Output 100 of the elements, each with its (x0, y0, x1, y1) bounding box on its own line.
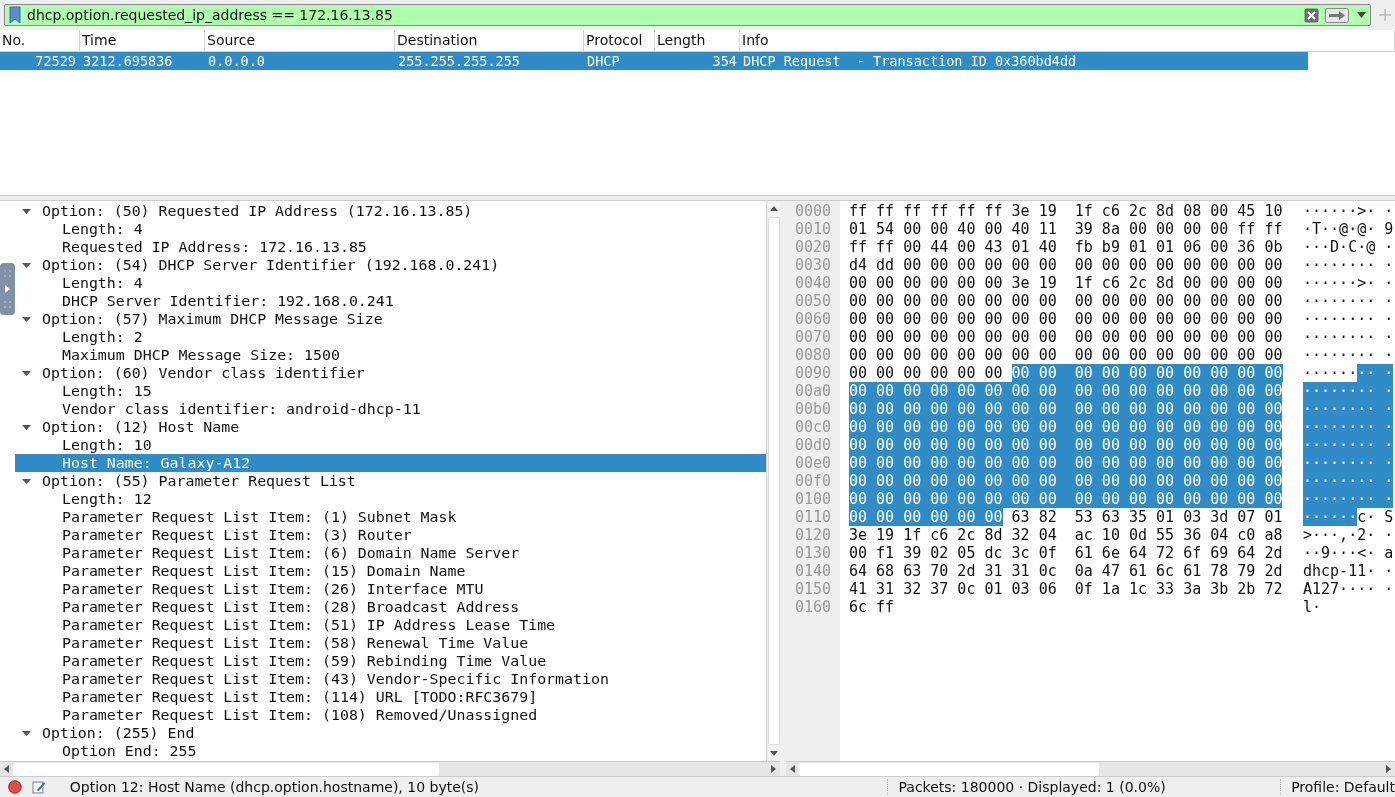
ascii-text[interactable]: dhcp-11· · (1303, 562, 1394, 580)
side-panel-handle-icon[interactable] (0, 263, 15, 315)
tree-row[interactable]: Length: 4 (15, 220, 766, 238)
tree-row[interactable]: Parameter Request List Item: (43) Vendor-Specific Information (15, 670, 766, 688)
tree-row[interactable]: Parameter Request List Item: (51) IP Address Lease Time (15, 616, 766, 634)
scroll-left-icon[interactable] (4, 765, 9, 773)
expanded-arrow-icon[interactable] (22, 206, 31, 216)
scroll-up-icon[interactable] (769, 206, 778, 211)
ascii-text[interactable]: ······ (1303, 364, 1358, 382)
expanded-arrow-icon[interactable] (22, 314, 31, 324)
hex-bytes[interactable]: 00 00 00 00 00 00 00 00 00 00 00 00 00 00 00 00 (849, 454, 1283, 472)
tree-row[interactable]: Parameter Request List Item: (3) Router (15, 526, 766, 544)
display-filter-field[interactable]: dhcp.option.requested_ip_address == 172.16.13.85 (4, 4, 1371, 26)
ascii-text[interactable]: ········ · (1303, 454, 1394, 472)
tree-row[interactable]: Parameter Request List Item: (59) Rebinding Time Value (15, 652, 766, 670)
hex-bytes[interactable]: 64 68 63 70 2d 31 31 0c 0a 47 61 6c 61 78 79 2d (849, 562, 1283, 580)
profile-text[interactable]: Profile: Default (1280, 779, 1395, 795)
bookmark-icon[interactable] (9, 6, 21, 24)
vertical-scrollbar[interactable] (766, 201, 780, 761)
scroll-right-icon[interactable] (1386, 765, 1391, 773)
tree-row[interactable]: Parameter Request List Item: (6) Domain Name Server (15, 544, 766, 562)
hex-bytes[interactable]: 00 00 00 00 00 00 00 00 00 00 00 00 00 00 00 00 (849, 490, 1283, 508)
hex-bytes[interactable]: ff ff 00 44 00 43 01 40 fb b9 01 01 06 00 36 0b (849, 238, 1283, 256)
column-header[interactable]: Length (655, 30, 740, 51)
tree-row[interactable]: Parameter Request List Item: (26) Interface MTU (15, 580, 766, 598)
column-header[interactable]: Source (205, 30, 395, 51)
tree-row[interactable]: Option: (255) End (15, 724, 766, 742)
tree-row[interactable]: Vendor class identifier: android-dhcp-11 (15, 400, 766, 418)
ascii-text[interactable]: c· S (1357, 508, 1394, 526)
tree-row[interactable]: Option: (55) Parameter Request List (15, 472, 766, 490)
column-header[interactable]: Protocol (584, 30, 655, 51)
expanded-arrow-icon[interactable] (22, 422, 31, 432)
tree-row[interactable]: Option: (60) Vendor class identifier (15, 364, 766, 382)
ascii-text[interactable]: ········ · (1303, 328, 1394, 346)
ascii-text[interactable]: ········ · (1303, 418, 1394, 436)
column-header[interactable]: No. (0, 30, 80, 51)
hex-bytes[interactable]: 00 00 00 00 00 00 00 00 00 00 00 00 00 00 00 00 (849, 472, 1283, 490)
hex-bytes[interactable]: 00 00 00 00 00 00 00 00 00 00 (1011, 364, 1283, 382)
hex-bytes[interactable]: 41 31 32 37 0c 01 03 06 0f 1a 1c 33 3a 3b 2b 72 (849, 580, 1283, 598)
hex-bytes[interactable]: 00 00 00 00 00 00 00 00 00 00 00 00 00 00 00 00 (849, 310, 1283, 328)
hex-bytes[interactable]: 00 00 00 00 00 00 (849, 508, 1003, 526)
scroll-right-icon[interactable] (771, 765, 776, 773)
ascii-text[interactable]: ·· · (1357, 364, 1394, 382)
hex-bytes[interactable]: 00 00 00 00 00 00 3e 19 1f c6 2c 8d 00 00 00 00 (849, 274, 1283, 292)
tree-row[interactable]: Length: 10 (15, 436, 766, 454)
hex-bytes[interactable]: 00 00 00 00 00 00 00 00 00 00 00 00 00 00 00 00 (849, 346, 1283, 364)
hex-bytes[interactable]: d4 dd 00 00 00 00 00 00 00 00 00 00 00 00 00 00 (849, 256, 1283, 274)
ascii-text[interactable]: A127···· · (1303, 580, 1394, 598)
ascii-text[interactable]: ··9···<· a (1303, 544, 1394, 562)
hex-bytes[interactable]: 00 00 00 00 00 00 00 00 00 00 00 00 00 00 00 00 (849, 418, 1283, 436)
tree-row[interactable]: Parameter Request List Item: (1) Subnet Mask (15, 508, 766, 526)
hex-bytes[interactable]: 00 00 00 00 00 00 00 00 00 00 00 00 00 00 00 00 (849, 400, 1283, 418)
ascii-text[interactable]: ········ · (1303, 346, 1394, 364)
ascii-text[interactable]: >···,·2· · (1303, 526, 1394, 544)
tree-row[interactable]: Host Name: Galaxy-A12 (15, 454, 766, 472)
expanded-arrow-icon[interactable] (22, 368, 31, 378)
tree-row[interactable]: Length: 2 (15, 328, 766, 346)
hex-bytes[interactable]: 00 00 00 00 00 00 00 00 00 00 00 00 00 00 00 00 (849, 436, 1283, 454)
circle-icon[interactable] (8, 780, 22, 794)
ascii-text[interactable]: ········ · (1303, 436, 1394, 454)
scroll-left-icon[interactable] (790, 765, 795, 773)
tree-row[interactable]: Parameter Request List Item: (114) URL [TODO:RFC3679] (15, 688, 766, 706)
ascii-text[interactable]: ······ (1303, 508, 1358, 526)
ascii-text[interactable]: ········ · (1303, 490, 1394, 508)
tree-row[interactable]: Parameter Request List Item: (28) Broadcast Address (15, 598, 766, 616)
packet-row[interactable]: 72529 3212.695836 0.0.0.0 255.255.255.255 DHCP 354 DHCP Request - Transaction ID 0x360bd4dd (0, 52, 1308, 70)
hex-bytes[interactable]: ff ff ff ff ff ff 3e 19 1f c6 2c 8d 08 00 45 10 (849, 202, 1283, 220)
tree-row[interactable]: Length: 15 (15, 382, 766, 400)
hex-bytes[interactable]: 00 f1 39 02 05 dc 3c 0f 61 6e 64 72 6f 69 64 2d (849, 544, 1283, 562)
tree-row[interactable]: Option: (50) Requested IP Address (172.16.13.85) (15, 202, 766, 220)
horizontal-scrollbar[interactable] (0, 761, 780, 776)
tree-row[interactable]: Option: (54) DHCP Server Identifier (192.168.0.241) (15, 256, 766, 274)
tree-row[interactable]: Option End: 255 (15, 742, 766, 760)
hex-bytes[interactable]: 3e 19 1f c6 2c 8d 32 04 ac 10 0d 55 36 04 c0 a8 (849, 526, 1283, 544)
dropdown-caret-icon[interactable] (1357, 12, 1366, 18)
ascii-text[interactable]: ······>· · (1303, 202, 1394, 220)
tree-row[interactable]: DHCP Server Identifier: 192.168.0.241 (15, 292, 766, 310)
ascii-text[interactable]: ········ · (1303, 310, 1394, 328)
hex-bytes[interactable]: 00 00 00 00 00 00 00 00 00 00 00 00 00 00 00 00 (849, 292, 1283, 310)
ascii-text[interactable]: l· (1303, 598, 1322, 616)
ascii-text[interactable]: ···D·C·@ · (1303, 238, 1394, 256)
ascii-text[interactable]: ········ · (1303, 472, 1394, 490)
ascii-text[interactable]: ········ · (1303, 292, 1394, 310)
tree-row[interactable]: Length: 4 (15, 274, 766, 292)
expanded-arrow-icon[interactable] (22, 476, 31, 486)
ascii-text[interactable]: ·T··@·@· 9 (1303, 220, 1394, 238)
hex-bytes[interactable]: 01 54 00 00 40 00 40 11 39 8a 00 00 00 00 ff ff (849, 220, 1283, 238)
hex-bytes[interactable]: 00 00 00 00 00 00 00 00 00 00 00 00 00 00 00 00 (849, 382, 1283, 400)
tree-row[interactable]: Maximum DHCP Message Size: 1500 (15, 346, 766, 364)
tree-row[interactable]: Option: (57) Maximum DHCP Message Size (15, 310, 766, 328)
ascii-text[interactable]: ········ · (1303, 400, 1394, 418)
pencil-note-icon[interactable] (31, 780, 46, 794)
column-header[interactable]: Time (80, 30, 205, 51)
horizontal-scrollbar[interactable] (786, 761, 1395, 776)
ascii-text[interactable]: ········ · (1303, 382, 1394, 400)
hex-bytes[interactable]: 63 82 53 63 35 01 03 3d 07 01 (1011, 508, 1283, 526)
column-header[interactable]: Info (740, 30, 1395, 51)
ascii-text[interactable]: ······>· · (1303, 274, 1394, 292)
tree-row[interactable]: Length: 12 (15, 490, 766, 508)
ascii-text[interactable]: ········ · (1303, 256, 1394, 274)
